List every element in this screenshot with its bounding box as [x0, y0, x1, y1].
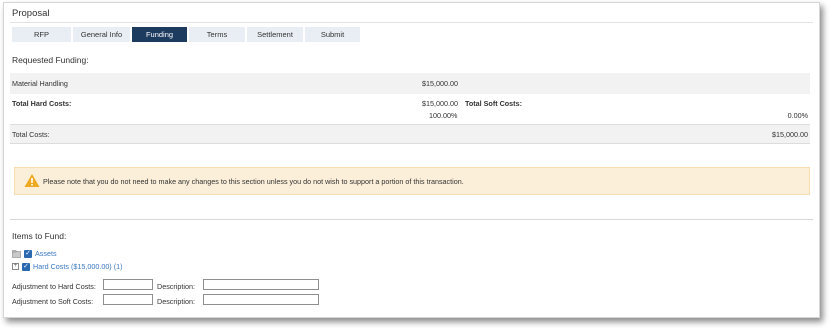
cost-summary-row: Total Hard Costs: $15,000.00 Total Soft … [10, 94, 810, 125]
tab-terms[interactable]: Terms [189, 27, 245, 42]
page-title: Proposal [12, 8, 50, 19]
total-costs-label: Total Costs: [12, 130, 50, 139]
notice-banner: Please note that you do not need to make… [14, 167, 810, 195]
tab-bar: RFP General Info Funding Terms Settlemen… [12, 27, 360, 42]
material-handling-label: Material Handling [12, 79, 68, 88]
total-costs-row: Total Costs: $15,000.00 [10, 125, 810, 144]
tree-item-hard-costs: + ✓ Hard Costs ($15,000.00) (1) [12, 262, 123, 271]
adj-soft-costs-input[interactable] [103, 294, 153, 305]
hard-description-label: Description: [157, 282, 195, 291]
tab-settlement[interactable]: Settlement [247, 27, 303, 42]
total-soft-costs-label: Total Soft Costs: [465, 99, 522, 108]
proposal-panel: Proposal RFP General Info Funding Terms … [3, 2, 820, 318]
tab-funding[interactable]: Funding [132, 27, 187, 42]
total-hard-costs-amount: $15,000.00 [422, 99, 458, 108]
soft-description-label: Description: [157, 297, 195, 306]
requested-funding-heading: Requested Funding: [12, 55, 89, 65]
notice-text: Please note that you do not need to make… [43, 177, 464, 186]
section-divider [10, 219, 813, 220]
tab-general-info[interactable]: General Info [73, 27, 130, 42]
total-costs-amount: $15,000.00 [772, 130, 808, 139]
total-hard-costs-label: Total Hard Costs: [12, 99, 72, 108]
adj-hard-costs-label: Adjustment to Hard Costs: [12, 282, 96, 291]
expand-toggle-icon[interactable]: + [12, 263, 19, 270]
warning-icon [24, 174, 40, 187]
items-to-fund-heading: Items to Fund: [12, 231, 67, 241]
tab-submit[interactable]: Submit [305, 27, 360, 42]
title-divider [10, 22, 813, 23]
tree-item-assets: ✓ Assets [12, 249, 57, 258]
hard-costs-link[interactable]: Hard Costs ($15,000.00) (1) [33, 262, 123, 271]
material-handling-amount: $15,000.00 [422, 79, 458, 88]
soft-description-input[interactable] [203, 294, 319, 305]
assets-link[interactable]: Assets [35, 249, 57, 258]
adj-soft-costs-label: Adjustment to Soft Costs: [12, 297, 94, 306]
hard-costs-checkbox[interactable]: ✓ [22, 262, 30, 271]
tab-rfp[interactable]: RFP [12, 27, 71, 42]
material-handling-row: Material Handling $15,000.00 [10, 73, 810, 94]
hard-description-input[interactable] [203, 279, 319, 290]
soft-costs-percent: 0.00% [787, 111, 808, 120]
assets-checkbox[interactable]: ✓ [24, 249, 32, 258]
hard-costs-percent: 100.00% [429, 111, 458, 120]
folder-icon [12, 249, 21, 258]
adj-hard-costs-input[interactable] [103, 279, 153, 290]
